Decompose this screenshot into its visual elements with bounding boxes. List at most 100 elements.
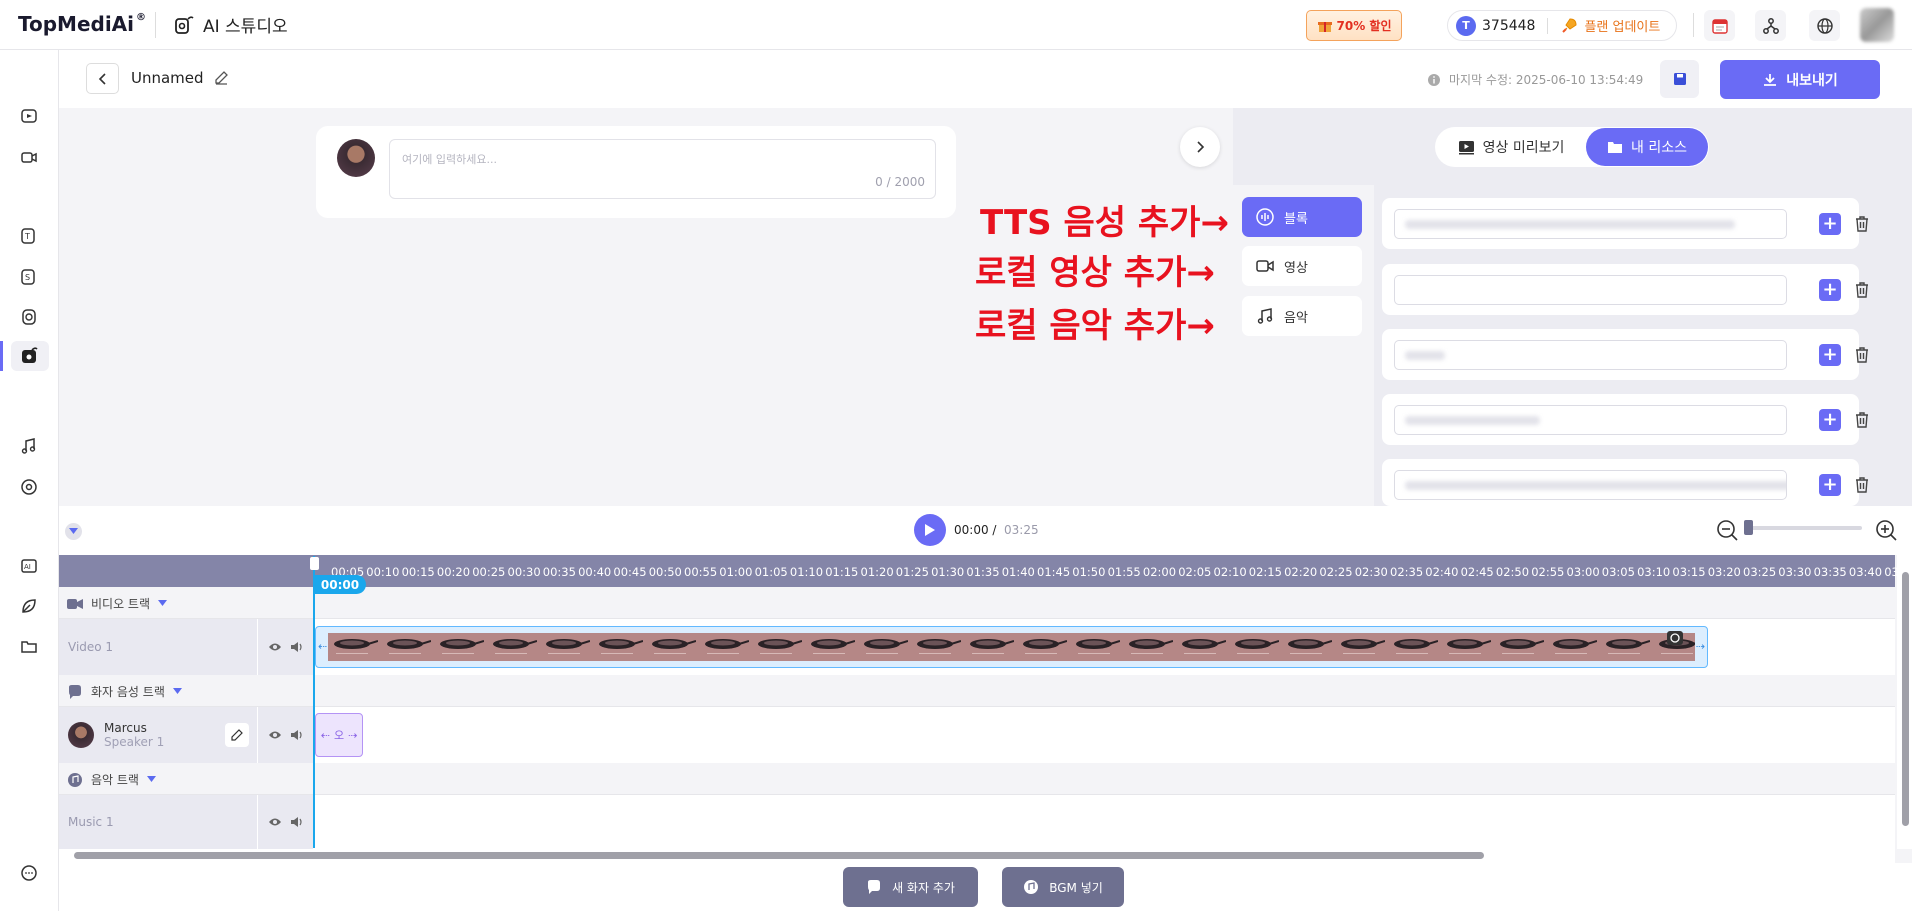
- video-camera-icon: [67, 598, 83, 610]
- sidebar-ai-icon[interactable]: AI: [18, 555, 40, 577]
- resource-input[interactable]: [1394, 470, 1787, 500]
- video-camera-icon: [1256, 258, 1274, 274]
- sidebar-text-to-speech-icon[interactable]: T: [18, 225, 40, 247]
- zoom-slider-handle[interactable]: [1744, 520, 1753, 535]
- resource-input[interactable]: [1394, 405, 1787, 435]
- project-title[interactable]: Unnamed: [131, 69, 204, 87]
- eye-icon[interactable]: [268, 817, 282, 827]
- studio-menu[interactable]: AI 스튜디오: [173, 12, 288, 37]
- collapse-panel-button[interactable]: [1180, 127, 1220, 167]
- sidebar-camera-icon[interactable]: [18, 146, 40, 168]
- sidebar-voice-icon[interactable]: S: [18, 266, 40, 288]
- trash-icon[interactable]: [1851, 344, 1873, 366]
- horizontal-scrollbar[interactable]: [74, 852, 1484, 859]
- category-video[interactable]: 영상: [1242, 246, 1362, 286]
- credits-pill[interactable]: T 375448 플랜 업데이트: [1447, 10, 1677, 41]
- sidebar-ai-studio-icon[interactable]: [18, 345, 40, 367]
- add-resource-button[interactable]: +: [1819, 279, 1841, 301]
- voice-clip[interactable]: ⇠ 오 ⇢: [315, 713, 363, 757]
- playhead-handle[interactable]: [310, 557, 319, 570]
- save-button[interactable]: [1660, 60, 1699, 98]
- sidebar-music-icon[interactable]: [18, 435, 40, 457]
- credits-coin-icon: T: [1456, 15, 1476, 36]
- trash-icon[interactable]: [1851, 474, 1873, 496]
- resource-input[interactable]: [1394, 209, 1787, 239]
- category-music[interactable]: 음악: [1242, 296, 1362, 336]
- arrow-left-handle-icon[interactable]: ⇠: [318, 640, 327, 653]
- trash-icon[interactable]: [1851, 213, 1873, 235]
- export-button[interactable]: 내보내기: [1720, 60, 1880, 99]
- trash-icon[interactable]: [1851, 279, 1873, 301]
- vertical-scrollbar[interactable]: [1902, 572, 1909, 826]
- sidebar-dubbing-icon[interactable]: [18, 306, 40, 328]
- last-modified: 마지막 수정: 2025-06-10 13:54:49: [1427, 71, 1643, 88]
- eye-icon[interactable]: [268, 730, 282, 740]
- left-sidebar: T S AI: [0, 50, 59, 911]
- ruler-tick: 02:50: [1495, 565, 1530, 579]
- video-thumbnail: [805, 635, 855, 659]
- language-button[interactable]: [1809, 10, 1840, 41]
- calendar-button[interactable]: [1704, 10, 1735, 41]
- logo-text: TopMediAi: [18, 12, 135, 36]
- music-track-header: 음악 트랙: [59, 763, 1895, 795]
- add-bgm-button[interactable]: BGM 넣기: [1002, 867, 1124, 907]
- tab-video-preview[interactable]: 영상 미리보기: [1436, 128, 1586, 166]
- user-avatar[interactable]: [1860, 8, 1894, 42]
- resource-input[interactable]: [1394, 275, 1787, 305]
- studio-icon: [173, 14, 195, 36]
- resource-item: +: [1382, 459, 1868, 506]
- add-resource-button[interactable]: +: [1819, 344, 1841, 366]
- add-resource-button[interactable]: +: [1819, 409, 1841, 431]
- arrow-right-handle-icon[interactable]: ⇢: [1696, 640, 1705, 653]
- video-track-label: 비디오 트랙: [67, 595, 168, 612]
- add-speaker-button[interactable]: 새 화자 추가: [843, 867, 978, 907]
- video-thumbnail: [1600, 635, 1650, 659]
- promo-badge[interactable]: 70% 할인: [1306, 10, 1402, 41]
- tab-my-resources[interactable]: 내 리소스: [1586, 128, 1708, 166]
- video-track-name: Video 1: [59, 619, 257, 675]
- ruler-tick: 03:20: [1707, 565, 1741, 579]
- zoom-in-icon[interactable]: [1875, 519, 1897, 541]
- play-button[interactable]: [914, 514, 946, 546]
- sidebar-leaf-icon[interactable]: [18, 595, 40, 617]
- voice-track-title: 화자 음성 트랙: [91, 685, 165, 699]
- zoom-out-icon[interactable]: [1716, 519, 1738, 541]
- arrow-left-handle-icon[interactable]: ⇠: [321, 729, 330, 742]
- collapse-timeline-button[interactable]: [65, 523, 82, 540]
- video-thumbnail: [911, 635, 961, 659]
- network-button[interactable]: [1755, 10, 1786, 41]
- eye-icon[interactable]: [268, 642, 282, 652]
- edit-speaker-button[interactable]: [225, 723, 249, 747]
- video-thumbnail: [434, 635, 484, 659]
- triangle-down-icon[interactable]: [158, 600, 168, 607]
- triangle-down-icon[interactable]: [172, 688, 182, 695]
- sidebar-disc-icon[interactable]: [18, 476, 40, 498]
- video-clip-thumbnails: [328, 633, 1695, 661]
- sidebar-chat-icon[interactable]: [18, 862, 40, 884]
- resource-input[interactable]: [1394, 340, 1787, 370]
- script-input[interactable]: 여기에 입력하세요... 0 / 2000: [389, 139, 936, 199]
- app-logo[interactable]: TopMediAi ®: [18, 12, 146, 36]
- arrow-right-handle-icon[interactable]: ⇢: [348, 729, 357, 742]
- speaker-icon[interactable]: [290, 641, 304, 653]
- refresh-icon[interactable]: [1667, 631, 1683, 645]
- add-resource-button[interactable]: +: [1819, 474, 1841, 496]
- edit-title-icon[interactable]: [214, 70, 229, 85]
- category-block[interactable]: 블록: [1242, 197, 1362, 237]
- speaker-avatar[interactable]: [337, 139, 375, 177]
- sidebar-folder-icon[interactable]: [18, 635, 40, 657]
- svg-text:S: S: [25, 273, 30, 282]
- trash-icon[interactable]: [1851, 409, 1873, 431]
- video-thumbnail: [1017, 635, 1067, 659]
- triangle-down-icon[interactable]: [146, 776, 156, 783]
- add-resource-button[interactable]: +: [1819, 213, 1841, 235]
- zoom-slider[interactable]: [1744, 526, 1862, 530]
- ruler-tick: 01:45: [1037, 565, 1071, 579]
- speaker-icon[interactable]: [290, 816, 304, 828]
- video-clip[interactable]: ⇠ ⇢: [315, 626, 1708, 668]
- speaker-icon[interactable]: [290, 729, 304, 741]
- sidebar-video-add-icon[interactable]: [18, 105, 40, 127]
- music-track-title: 음악 트랙: [91, 773, 139, 787]
- playhead-line[interactable]: [313, 556, 315, 848]
- back-button[interactable]: [86, 63, 119, 94]
